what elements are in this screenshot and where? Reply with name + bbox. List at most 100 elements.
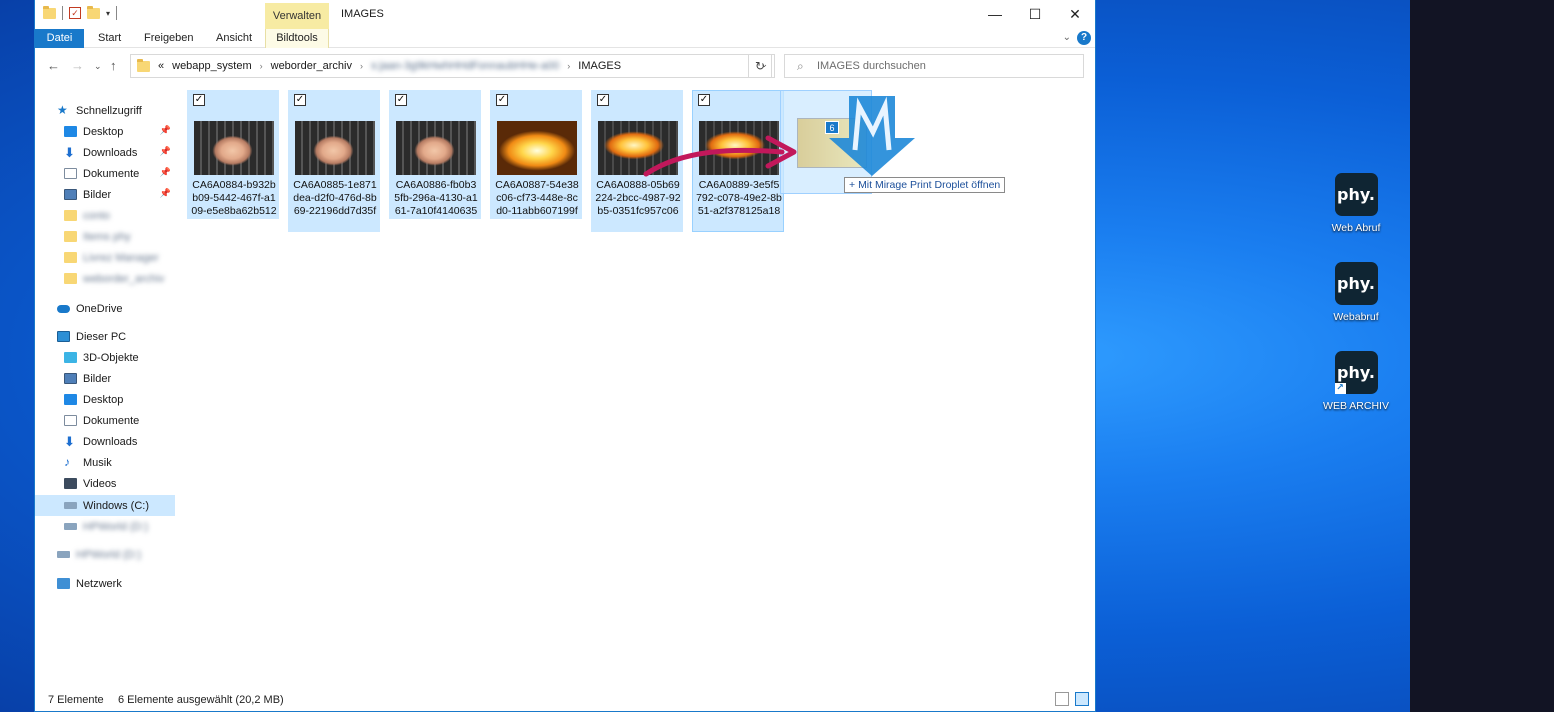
customize-toolbar-dropdown-icon[interactable]: ▾ (106, 9, 110, 18)
title-bar[interactable]: ✓ ▾ Verwalten IMAGES — ☐ ✕ (35, 0, 1095, 30)
large-icons-view-icon[interactable] (1075, 692, 1089, 706)
up-arrow-icon[interactable]: ↑ (110, 58, 117, 73)
sidebar-item-folder[interactable]: Items phy (35, 226, 175, 247)
breadcrumb-item-blurred[interactable]: s:jaan-3g9kHwhHHdFonnaubHHe-a00 (371, 60, 559, 72)
breadcrumb-separator-icon[interactable]: › (260, 61, 263, 71)
sidebar-item-label: Windows (C:) (83, 499, 150, 512)
file-name: CA6A0888-05b69224-2bcc-4987-92b5-0351fc9… (595, 179, 681, 217)
secondary-screen-area (1410, 0, 1554, 712)
new-folder-icon[interactable] (87, 5, 100, 19)
sidebar-item-label: Dokumente (83, 167, 140, 180)
selection-checkbox[interactable]: ✓ (294, 94, 306, 106)
sidebar-item-desktop[interactable]: Desktop (35, 389, 175, 410)
app-icon-text: phy. (1337, 274, 1375, 293)
breadcrumb-item[interactable]: weborder_archiv (271, 60, 352, 72)
file-name: CA6A0884-b932bb09-5442-467f-a109-e5e8ba6… (191, 179, 277, 217)
desktop-icon (64, 394, 77, 405)
breadcrumb-item[interactable]: webapp_system (172, 60, 252, 72)
sidebar-item-netzwerk[interactable]: Netzwerk (35, 573, 175, 594)
sidebar-item-label: Netzwerk (76, 577, 122, 590)
selection-checkbox[interactable]: ✓ (496, 94, 508, 106)
sidebar-item-label: Dieser PC (76, 330, 127, 343)
sidebar-item-quick-access[interactable]: ★ Schnellzugriff (57, 100, 175, 121)
sidebar-item-folder[interactable]: Livrez Manager (35, 247, 175, 268)
back-arrow-icon[interactable]: ← (47, 58, 60, 73)
breadcrumb-item-current[interactable]: IMAGES (578, 60, 621, 72)
desktop-shortcut-web-archiv[interactable]: phy. ↗ WEB ARCHIV (1320, 351, 1392, 412)
file-item[interactable]: ✓ CA6A0884-b932bb09-5442-467f-a109-e5e8b… (187, 90, 279, 219)
sidebar-item-label: conto (83, 209, 110, 222)
search-input[interactable]: ⌕ IMAGES durchsuchen (784, 54, 1084, 78)
tab-bildtools[interactable]: Bildtools (265, 29, 329, 48)
sidebar-item-bilder[interactable]: Bilder (35, 368, 175, 389)
breadcrumb-separator-icon[interactable]: › (567, 61, 570, 71)
documents-icon (64, 168, 77, 179)
sidebar-item-label: Bilder (83, 188, 112, 201)
context-tab-verwalten[interactable]: Verwalten (265, 3, 329, 29)
selection-checkbox[interactable]: ✓ (193, 94, 205, 106)
sidebar-item-label: Desktop (83, 393, 124, 406)
sidebar-item-dokumente[interactable]: Dokumente (35, 410, 175, 431)
sidebar-item-onedrive[interactable]: OneDrive (35, 298, 175, 319)
sidebar-item-label: Dokumente (83, 414, 140, 427)
file-item[interactable]: ✓ CA6A0886-fb0b35fb-296a-4130-a161-7a10f… (389, 90, 481, 219)
tab-ansicht[interactable]: Ansicht (208, 29, 260, 48)
sidebar-item-downloads[interactable]: ⬇ Downloads 📌 (35, 142, 175, 163)
sidebar-item-this-pc[interactable]: Dieser PC (35, 326, 175, 347)
file-item[interactable]: ✓ CA6A0887-54e38c06-cf73-448e-8cd0-11abb… (490, 90, 582, 219)
drive-icon (64, 523, 77, 530)
sidebar-item-label: Items phy (83, 230, 131, 243)
forward-arrow-icon[interactable]: → (71, 58, 84, 73)
tab-freigeben[interactable]: Freigeben (136, 29, 202, 48)
expand-ribbon-chevron-icon[interactable]: ⌄ (1063, 32, 1071, 43)
sidebar-item-label: HPWorld (D:) (76, 548, 142, 561)
desktop-shortcut-webabruf[interactable]: phy. Webabruf (1320, 262, 1392, 323)
breadcrumb-overflow[interactable]: « (158, 60, 164, 72)
selection-checkbox[interactable]: ✓ (698, 94, 710, 106)
minimize-button[interactable]: — (985, 5, 1005, 23)
sidebar-item-3d-objekte[interactable]: 3D-Objekte (35, 347, 175, 368)
sidebar-item-windows-c[interactable]: Windows (C:) (35, 495, 175, 516)
tab-datei[interactable]: Datei (35, 29, 84, 48)
help-icon[interactable]: ? (1077, 31, 1091, 45)
selection-checkbox[interactable]: ✓ (597, 94, 609, 106)
sidebar-item-desktop[interactable]: Desktop 📌 (35, 121, 175, 142)
tab-start[interactable]: Start (90, 29, 129, 48)
refresh-button[interactable]: ↻ (748, 54, 772, 78)
shortcut-arrow-icon: ↗ (1334, 383, 1346, 394)
drive-icon (57, 551, 70, 558)
file-item[interactable]: ✓ CA6A0885-1e871dea-d2f0-476d-8b69-22196… (288, 90, 380, 232)
sidebar-item-videos[interactable]: Videos (35, 473, 175, 494)
navigation-bar: ← → ⌄ ↑ « webapp_system › weborder_archi… (35, 48, 1095, 84)
properties-icon[interactable]: ✓ (69, 7, 81, 19)
selection-checkbox[interactable]: ✓ (395, 94, 407, 106)
sidebar-item-downloads[interactable]: ⬇ Downloads (35, 431, 175, 452)
sidebar-item-folder[interactable]: weborder_archiv (35, 268, 175, 289)
desktop-icon-label: WEB ARCHIV (1323, 400, 1389, 412)
recent-locations-chevron-icon[interactable]: ⌄ (94, 61, 102, 72)
toolbar-divider (62, 6, 63, 20)
details-view-icon[interactable] (1055, 692, 1069, 706)
sidebar-item-folder[interactable]: conto (35, 205, 175, 226)
pin-icon: 📌 (159, 146, 171, 156)
sidebar-item-drive[interactable]: HPWorld (D:) (35, 516, 175, 537)
music-icon: ♪ (64, 455, 70, 469)
sidebar-item-label: Musik (83, 456, 112, 469)
app-icon-text: phy. (1337, 185, 1375, 204)
sidebar-item-bilder[interactable]: Bilder 📌 (35, 184, 175, 205)
sidebar-item-musik[interactable]: ♪ Musik (35, 452, 175, 473)
sidebar-item-dokumente[interactable]: Dokumente 📌 (35, 163, 175, 184)
download-icon: ⬇ (64, 434, 75, 449)
status-bar: 7 Elemente 6 Elemente ausgewählt (20,2 M… (35, 688, 1095, 712)
breadcrumb-separator-icon[interactable]: › (360, 61, 363, 71)
close-button[interactable]: ✕ (1065, 5, 1085, 23)
folder-icon (64, 210, 77, 221)
address-bar[interactable]: « webapp_system › weborder_archiv › s:ja… (130, 54, 775, 78)
pin-icon: 📌 (159, 188, 171, 198)
file-name: CA6A0886-fb0b35fb-296a-4130-a161-7a10f41… (394, 179, 478, 217)
maximize-button[interactable]: ☐ (1025, 5, 1045, 23)
window-title: IMAGES (341, 8, 384, 20)
item-count: 7 Elemente (48, 694, 104, 706)
sidebar-item-drive[interactable]: HPWorld (D:) (35, 544, 175, 565)
desktop-shortcut-web-abruf[interactable]: phy. Web Abruf (1320, 173, 1392, 234)
